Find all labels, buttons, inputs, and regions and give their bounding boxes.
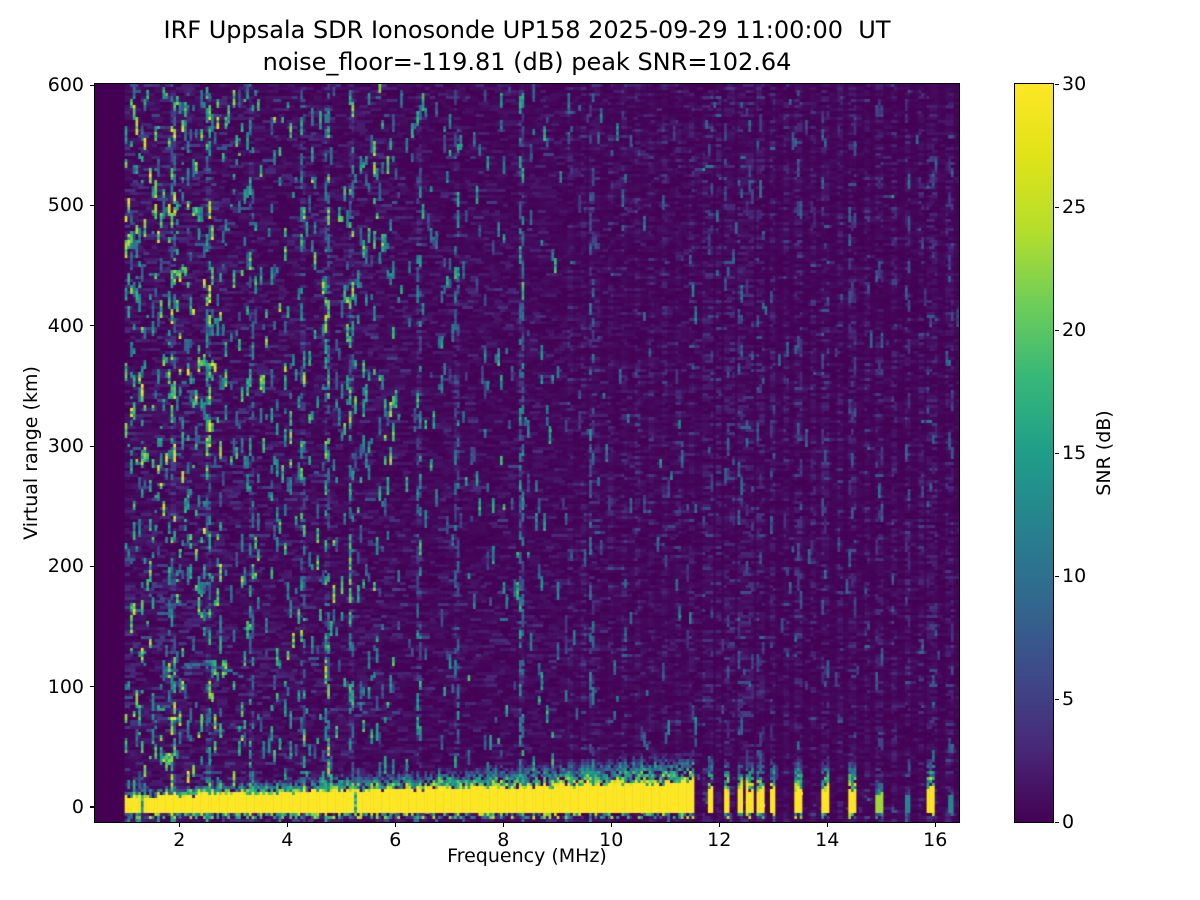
y-tick-label: 600 [24, 74, 84, 96]
colorbar-tick-mark [1055, 822, 1059, 823]
y-tick-mark [90, 566, 94, 567]
y-tick-label: 100 [24, 676, 84, 698]
x-tick-mark [179, 823, 180, 827]
x-tick-label: 10 [599, 829, 623, 851]
colorbar-gradient [1015, 84, 1053, 822]
y-tick-label: 0 [24, 796, 84, 818]
ionogram-figure: IRF Uppsala SDR Ionosonde UP158 2025-09-… [0, 0, 1200, 900]
x-tick-mark [719, 823, 720, 827]
x-tick-mark [503, 823, 504, 827]
colorbar-tick-label: 0 [1062, 811, 1074, 833]
y-tick-label: 400 [24, 315, 84, 337]
x-tick-label: 16 [923, 829, 947, 851]
colorbar-label: SNR (dB) [1093, 410, 1115, 495]
colorbar [1015, 84, 1053, 822]
x-tick-mark [287, 823, 288, 827]
x-tick-mark [827, 823, 828, 827]
colorbar-tick-mark [1055, 576, 1059, 577]
x-tick-label: 8 [497, 829, 509, 851]
colorbar-tick-label: 5 [1062, 688, 1074, 710]
colorbar-tick-mark [1055, 330, 1059, 331]
y-tick-mark [90, 446, 94, 447]
colorbar-tick-mark [1055, 699, 1059, 700]
chart-subtitle: noise_floor=-119.81 (dB) peak SNR=102.64 [263, 48, 792, 76]
colorbar-tick-label: 15 [1062, 442, 1086, 464]
x-tick-label: 6 [389, 829, 401, 851]
x-axis-label: Frequency (MHz) [447, 845, 607, 867]
colorbar-tick-mark [1055, 84, 1059, 85]
y-tick-label: 500 [24, 194, 84, 216]
colorbar-tick-label: 20 [1062, 319, 1086, 341]
colorbar-tick-mark [1055, 207, 1059, 208]
y-tick-mark [90, 806, 94, 807]
x-tick-label: 2 [173, 829, 185, 851]
y-tick-mark [90, 85, 94, 86]
colorbar-tick-label: 25 [1062, 196, 1086, 218]
y-tick-label: 300 [24, 435, 84, 457]
chart-title: IRF Uppsala SDR Ionosonde UP158 2025-09-… [164, 16, 891, 44]
colorbar-tick-mark [1055, 453, 1059, 454]
colorbar-tick-label: 10 [1062, 565, 1086, 587]
x-tick-mark [395, 823, 396, 827]
y-tick-mark [90, 205, 94, 206]
ionogram-heatmap [95, 84, 959, 822]
x-tick-mark [611, 823, 612, 827]
y-tick-label: 200 [24, 555, 84, 577]
colorbar-tick-label: 30 [1062, 73, 1086, 95]
x-tick-label: 4 [281, 829, 293, 851]
x-tick-mark [935, 823, 936, 827]
y-tick-mark [90, 686, 94, 687]
x-tick-label: 14 [815, 829, 839, 851]
x-tick-label: 12 [707, 829, 731, 851]
y-tick-mark [90, 325, 94, 326]
